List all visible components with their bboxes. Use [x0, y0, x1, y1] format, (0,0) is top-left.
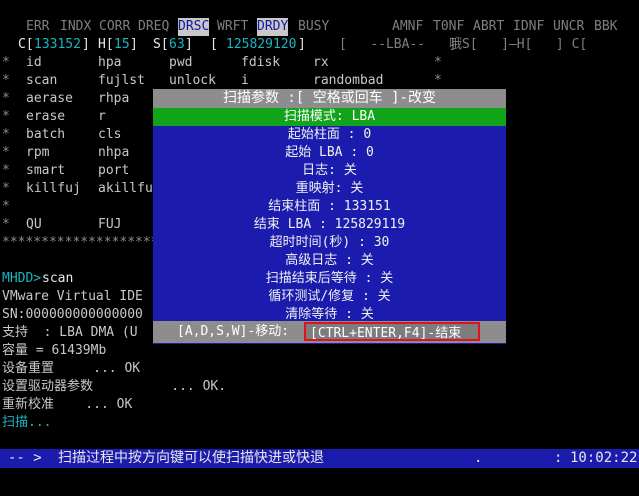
scan-mode-option[interactable]: 扫描模式: LBA: [153, 108, 506, 126]
scan-option-row[interactable]: 起始 LBA : 0: [153, 144, 506, 162]
flag-abrt: ABRT: [473, 19, 505, 34]
console-line: 重新校准 ... OK: [2, 397, 133, 412]
scan-option-row[interactable]: 循环测试/修复 : 关: [153, 288, 506, 306]
menu-command-pwd[interactable]: pwd: [169, 54, 192, 72]
menu-command-rhpa[interactable]: rhpa: [98, 90, 129, 108]
menu-command-nhpa[interactable]: nhpa: [98, 144, 129, 162]
flag-amnf: AMNF: [392, 19, 424, 34]
move-keys-hint: [A,D,S,W]-移动:: [177, 324, 290, 339]
menu-row-marker: *: [2, 199, 10, 214]
clock: 10:02:22: [570, 450, 638, 466]
menu-command-port[interactable]: port: [98, 162, 129, 180]
menu-command-unlock[interactable]: unlock: [169, 72, 216, 90]
progress-dot: .: [474, 450, 483, 466]
scan-option-row[interactable]: 结束 LBA : 125829119: [153, 216, 506, 234]
menu-command-killfuj[interactable]: killfuj: [26, 180, 81, 198]
scan-option-row[interactable]: 结束柱面 : 133151: [153, 198, 506, 216]
scan-option-row[interactable]: 高级日志 : 关: [153, 252, 506, 270]
menu-row-marker: *: [2, 91, 10, 106]
scan-parameters-dialog[interactable]: 扫描参数 :[ 空格或回车 ]-改变 扫描模式: LBA 起始柱面 : 0 起始 …: [153, 89, 506, 344]
time-separator: :: [554, 450, 563, 466]
menu-command-hpa[interactable]: hpa: [98, 54, 121, 72]
cylinder-close: ]: [82, 37, 90, 52]
menu-command-rx[interactable]: rx: [313, 54, 329, 72]
flag-t0nf: T0NF: [433, 19, 465, 34]
flag-idnf: IDNF: [513, 19, 545, 34]
lba-open: [: [210, 37, 218, 52]
menu-command-i[interactable]: i: [241, 72, 249, 90]
flag-uncr: UNCR: [553, 19, 585, 34]
menu-command-akillfu[interactable]: akillfu: [98, 180, 153, 198]
console-command: scan: [42, 271, 74, 286]
menu-command-id[interactable]: id: [26, 54, 42, 72]
menu-command-fdisk[interactable]: fdisk: [241, 54, 280, 72]
chs-tail: 哦S[ ]—H[ ] C[ ]: [449, 37, 639, 52]
console-line: 设置驱动器参数 ... OK.: [2, 379, 227, 394]
scan-option-row[interactable]: 超时时间(秒) : 30: [153, 234, 506, 252]
head-value: 15: [114, 37, 130, 52]
menu-command-r[interactable]: r: [98, 108, 106, 126]
menu-row-marker: *: [2, 127, 10, 142]
menu-command-fuj[interactable]: FUJ: [98, 216, 121, 234]
cylinder-label: C[: [18, 37, 34, 52]
scan-option-row[interactable]: 日志: 关: [153, 162, 506, 180]
dialog-title: 扫描参数 :[ 空格或回车 ]-改变: [153, 89, 506, 108]
menu-row-marker: *: [434, 55, 442, 70]
menu-command-smart[interactable]: smart: [26, 162, 65, 180]
console-line: 支持 : LBA DMA (U: [2, 325, 138, 340]
menu-command-qu[interactable]: QU: [26, 216, 42, 234]
dialog-footer: [A,D,S,W]-移动: [CTRL+ENTER,F4]-结束: [153, 321, 506, 343]
head-label: H[: [98, 37, 114, 52]
sector-value: 63: [169, 37, 185, 52]
scan-hint: 扫描过程中按方向键可以使扫描快进或快退: [58, 450, 324, 466]
menu-row-marker: *: [2, 55, 10, 70]
lba-box: [ --LBA-- ]: [339, 37, 457, 52]
flag-dreq: DREQ: [138, 19, 170, 34]
scan-option-row[interactable]: 起始柱面 : 0: [153, 126, 506, 144]
scan-option-row[interactable]: 重映射: 关: [153, 180, 506, 198]
flag-indx: INDX: [60, 19, 92, 34]
flag-drdy: DRDY: [257, 18, 289, 36]
menu-command-scan[interactable]: scan: [26, 72, 57, 90]
menu-row-marker: *: [434, 73, 442, 88]
menu-command-randombad[interactable]: randombad: [313, 72, 383, 90]
menu-row-marker: *: [2, 163, 10, 178]
sector-close: ]: [185, 37, 193, 52]
cylinder-value: 133152: [34, 37, 81, 52]
console-line: 容量 = 61439Mb: [2, 343, 107, 358]
menu-command-rpm[interactable]: rpm: [26, 144, 49, 162]
menu-row-marker: *: [2, 73, 10, 88]
menu-row-marker: *: [2, 217, 10, 232]
menu-row-marker: *: [2, 109, 10, 124]
scan-option-row[interactable]: 扫描结束后等待 : 关: [153, 270, 506, 288]
console-line: SN:000000000000000: [2, 307, 143, 322]
lba-close: ]: [298, 37, 306, 52]
menu-command-cls[interactable]: cls: [98, 126, 121, 144]
lba-value: 125829120: [226, 37, 297, 52]
flag-corr: CORR: [99, 19, 131, 34]
menu-command-fujlst[interactable]: fujlst: [98, 72, 145, 90]
arrow-indicator: -- >: [8, 450, 42, 466]
flag-err: ERR: [26, 19, 50, 34]
console-line: VMware Virtual IDE: [2, 289, 143, 304]
menu-row-marker: *: [2, 145, 10, 160]
menu-command-aerase[interactable]: aerase: [26, 90, 73, 108]
flag-wrft: WRFT: [217, 19, 249, 34]
console-prompt: MHDD>: [2, 271, 42, 286]
console-line: 扫描...: [2, 415, 52, 430]
menu-row-marker: *: [2, 181, 10, 196]
flag-drsc: DRSC: [178, 18, 210, 36]
sector-label: S[: [153, 37, 169, 52]
head-close: ]: [130, 37, 138, 52]
finish-keys-hint[interactable]: [CTRL+ENTER,F4]-结束: [304, 322, 480, 341]
bottom-status-bar: -- > 扫描过程中按方向键可以使扫描快进或快退 . : 10:02:22: [0, 449, 639, 468]
flag-bbk: BBK: [594, 19, 618, 34]
menu-command-batch[interactable]: batch: [26, 126, 65, 144]
console-line: 设备重置 ... OK: [2, 361, 141, 376]
menu-command-erase[interactable]: erase: [26, 108, 65, 126]
flag-busy: BUSY: [298, 19, 330, 34]
